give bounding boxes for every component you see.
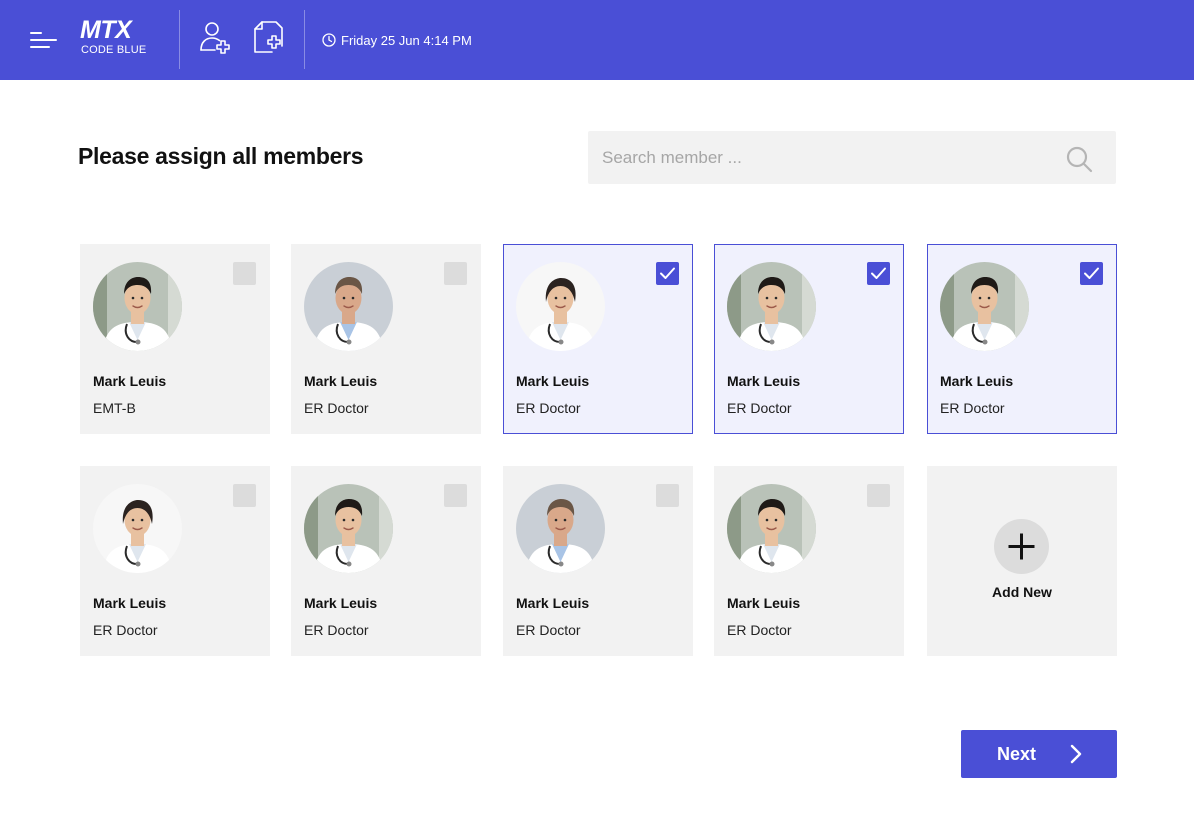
- clock-icon: [322, 33, 336, 47]
- member-name: Mark Leuis: [93, 595, 167, 611]
- member-role: ER Doctor: [516, 400, 581, 416]
- member-card[interactable]: Mark Leuis ER Doctor: [291, 244, 481, 434]
- menu-icon[interactable]: [30, 27, 58, 53]
- member-name: Mark Leuis: [516, 373, 590, 389]
- member-role: ER Doctor: [516, 622, 581, 638]
- member-name: Mark Leuis: [940, 373, 1014, 389]
- avatar-asian-male-doctor: [727, 262, 816, 351]
- logo-subtitle: CODE BLUE: [81, 44, 147, 56]
- next-label: Next: [997, 744, 1037, 764]
- logo-text: MTX: [80, 16, 132, 44]
- checkmark-icon: [1084, 267, 1099, 279]
- member-checkbox[interactable]: [867, 262, 890, 285]
- avatar-asian-male-doctor: [940, 262, 1029, 351]
- add-new-card[interactable]: Add New: [927, 466, 1117, 656]
- member-card[interactable]: Mark Leuis ER Doctor: [503, 466, 693, 656]
- checkmark-icon: [660, 267, 675, 279]
- member-name: Mark Leuis: [93, 373, 167, 389]
- member-role: ER Doctor: [727, 622, 792, 638]
- member-role: ER Doctor: [304, 400, 369, 416]
- avatar-asian-male-doctor: [727, 484, 816, 573]
- divider: [304, 10, 305, 69]
- chevron-right-icon: [1070, 744, 1082, 764]
- checkmark-icon: [871, 267, 886, 279]
- member-checkbox[interactable]: [867, 484, 890, 507]
- member-card[interactable]: Mark Leuis ER Doctor: [927, 244, 1117, 434]
- datetime-text: Friday 25 Jun 4:14 PM: [341, 32, 472, 48]
- add-user-icon[interactable]: [198, 20, 234, 56]
- member-role: ER Doctor: [93, 622, 158, 638]
- member-name: Mark Leuis: [727, 373, 801, 389]
- member-card[interactable]: Mark Leuis ER Doctor: [291, 466, 481, 656]
- add-button[interactable]: [994, 519, 1049, 574]
- member-card[interactable]: Mark Leuis ER Doctor: [80, 466, 270, 656]
- avatar-asian-male-doctor: [304, 484, 393, 573]
- avatar-caucasian-male-doctor: [516, 484, 605, 573]
- member-checkbox[interactable]: [656, 262, 679, 285]
- datetime-display: Friday 25 Jun 4:14 PM: [322, 31, 472, 49]
- member-checkbox[interactable]: [656, 484, 679, 507]
- member-card[interactable]: Mark Leuis ER Doctor: [714, 244, 904, 434]
- member-checkbox[interactable]: [444, 262, 467, 285]
- member-checkbox[interactable]: [1080, 262, 1103, 285]
- divider: [179, 10, 180, 69]
- search-icon[interactable]: [1065, 145, 1093, 173]
- member-name: Mark Leuis: [516, 595, 590, 611]
- avatar-asian-female-doctor: [516, 262, 605, 351]
- app-logo: MTX CODE BLUE: [80, 17, 164, 61]
- member-name: Mark Leuis: [304, 373, 378, 389]
- avatar-caucasian-male-doctor: [304, 262, 393, 351]
- avatar-asian-male-doctor: [93, 262, 182, 351]
- next-button[interactable]: Next: [961, 730, 1117, 778]
- member-card[interactable]: Mark Leuis ER Doctor: [503, 244, 693, 434]
- member-card[interactable]: Mark Leuis ER Doctor: [714, 466, 904, 656]
- member-name: Mark Leuis: [727, 595, 801, 611]
- search-bar: [588, 131, 1116, 184]
- member-card[interactable]: Mark Leuis EMT-B: [80, 244, 270, 434]
- member-name: Mark Leuis: [304, 595, 378, 611]
- add-new-label: Add New: [992, 584, 1052, 600]
- member-role: ER Doctor: [304, 622, 369, 638]
- member-role: ER Doctor: [940, 400, 1005, 416]
- member-role: EMT-B: [93, 400, 136, 416]
- avatar-asian-female-doctor: [93, 484, 182, 573]
- member-checkbox[interactable]: [444, 484, 467, 507]
- add-document-icon[interactable]: [252, 20, 286, 56]
- page-title: Please assign all members: [78, 143, 364, 169]
- plus-icon: [1008, 533, 1035, 560]
- search-input[interactable]: [602, 131, 1042, 184]
- member-role: ER Doctor: [727, 400, 792, 416]
- member-checkbox[interactable]: [233, 484, 256, 507]
- member-checkbox[interactable]: [233, 262, 256, 285]
- top-bar: MTX CODE BLUE Friday 25 Jun 4:14 PM: [0, 0, 1194, 80]
